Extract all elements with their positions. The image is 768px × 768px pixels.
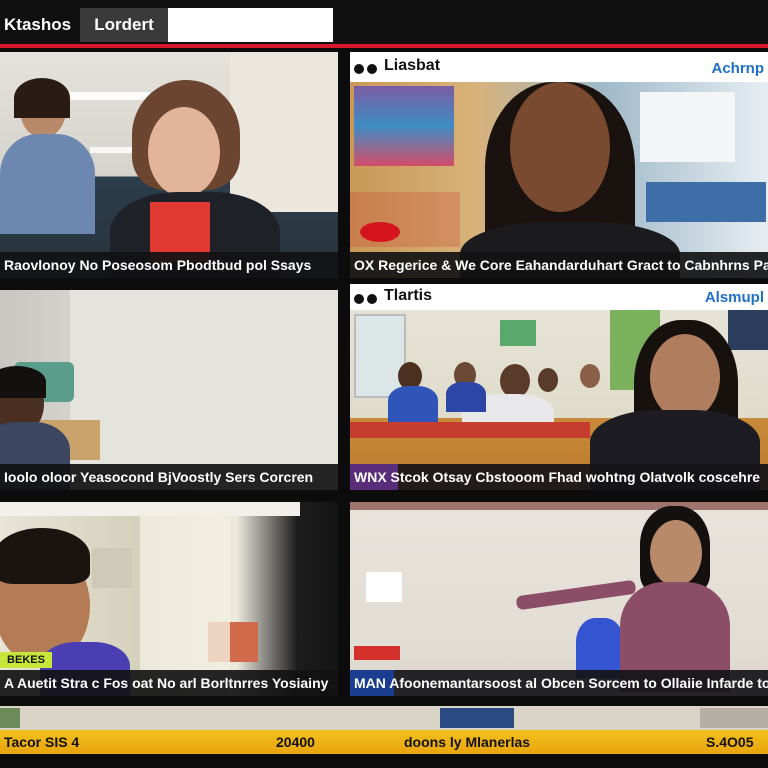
video-tile-3[interactable]: Ioolo oloor Yeasocond BjVoostly Sers Cor…: [0, 290, 338, 490]
ticker-time: 20400: [276, 734, 315, 750]
video-caption: MAN Afoonemantarsoost al Obcen Sorcem to…: [350, 670, 768, 696]
video-tile-5[interactable]: BEKES A Auetit Stra c Fos oat No arl Bor…: [0, 502, 338, 696]
bottom-bar: [0, 754, 768, 768]
video-caption: OX Regerice & We Core Eahandarduhart Gra…: [350, 252, 768, 278]
person-avatar: [538, 368, 558, 392]
tile-header: Tlartis Alsmupl: [350, 284, 768, 310]
video-tile-6[interactable]: MAN Afoonemantarsoost al Obcen Sorcem to…: [350, 502, 768, 696]
person-avatar: [148, 107, 220, 197]
top-bar: Ktashos Lordert: [0, 0, 768, 48]
participant-name: Tlartis: [384, 287, 433, 304]
video-feed: [0, 290, 338, 490]
video-caption: Raovlonoy No Poseosom Pbodtbud pol Ssays: [0, 252, 338, 278]
search-input[interactable]: [168, 8, 333, 42]
video-caption: Ioolo oloor Yeasocond BjVoostly Sers Cor…: [0, 464, 338, 490]
video-caption: WNX Stcok Otsay Cbstooom Fhad wohtng Ola…: [350, 464, 768, 490]
tile-header: Liasbat Achrnp: [350, 52, 768, 82]
ticker-right: S.4O05: [706, 734, 754, 750]
video-tile-2[interactable]: Liasbat Achrnp OX Regerice & We Core Eah…: [350, 52, 768, 278]
ticker-headline: doons ly Mlanerlas: [404, 734, 531, 750]
video-tile-4[interactable]: Tlartis Alsmupl WNX Stcok Otsay Cbstooom…: [350, 284, 768, 490]
brand-label: Ktashos: [4, 15, 72, 34]
participant-name: Liasbat: [384, 57, 441, 74]
lower-scene-strip: [0, 706, 768, 730]
video-caption: A Auetit Stra c Fos oat No arl Borltnrre…: [0, 670, 338, 696]
status-badge: BEKES: [0, 652, 52, 668]
status-dot-icon: [354, 294, 364, 304]
person-avatar: [510, 82, 610, 212]
video-tile-1[interactable]: Raovlonoy No Poseosom Pbodtbud pol Ssays: [0, 52, 338, 278]
person-avatar: [650, 520, 702, 586]
channel-label[interactable]: Achrnp: [712, 60, 765, 77]
status-dot-icon: [367, 64, 377, 74]
video-feed: [350, 502, 768, 696]
channel-label[interactable]: Alsmupl: [705, 289, 764, 306]
tab-lordert[interactable]: Lordert: [80, 8, 168, 42]
ticker-left: Tacor SIS 4: [4, 734, 80, 750]
person-avatar: [580, 364, 600, 388]
video-feed: [350, 82, 768, 278]
video-feed: [0, 52, 338, 278]
accent-divider: [0, 44, 768, 48]
person-avatar: [650, 334, 720, 420]
person-avatar: [500, 364, 530, 398]
status-dot-icon: [354, 64, 364, 74]
status-dot-icon: [367, 294, 377, 304]
news-ticker: Tacor SIS 4 20400 doons ly Mlanerlas S.4…: [0, 730, 768, 754]
video-feed: [350, 310, 768, 490]
video-feed: BEKES: [0, 502, 338, 696]
